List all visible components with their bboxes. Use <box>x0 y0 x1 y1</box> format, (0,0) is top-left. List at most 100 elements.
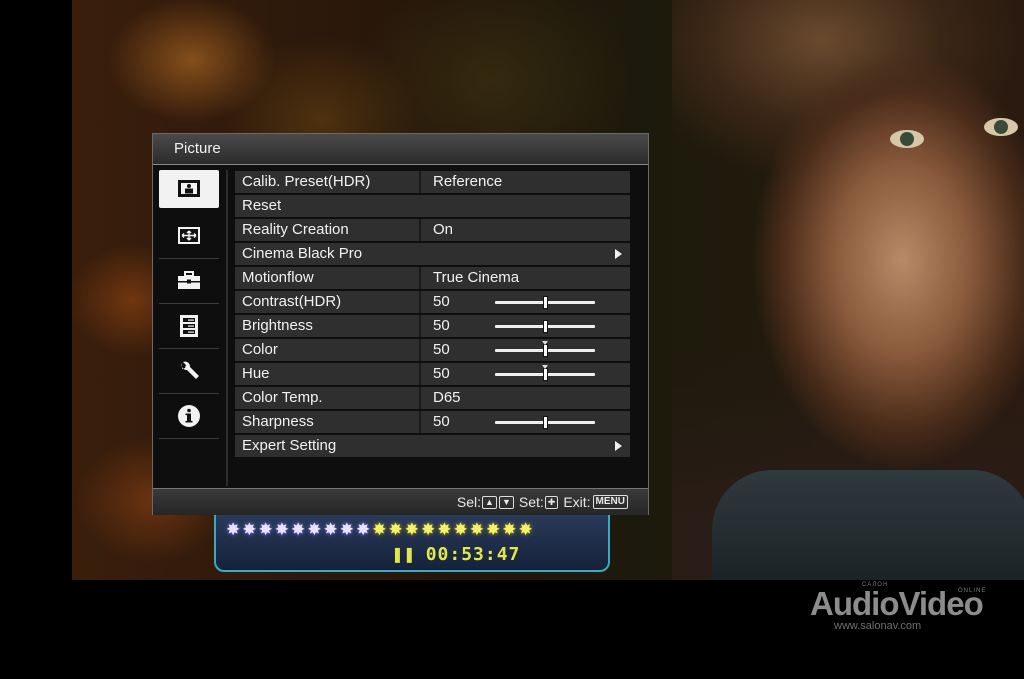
category-sidebar <box>159 170 221 439</box>
hud-star-icon: ✸ <box>421 520 438 539</box>
menu-row[interactable]: Calib. Preset(HDR) Reference <box>235 171 630 193</box>
row-divider <box>419 171 421 193</box>
hud-star-icon: ✸ <box>258 520 275 539</box>
screen-icon <box>178 227 200 244</box>
value-slider[interactable] <box>495 417 595 428</box>
settings-list: Calib. Preset(HDR) Reference Reset Reality … <box>235 171 630 459</box>
hud-star-icon: ✸ <box>518 520 535 539</box>
menu-row[interactable]: Sharpness 50 <box>235 411 630 433</box>
pause-icon: ❚❚ <box>392 544 416 565</box>
eye-left <box>890 130 924 148</box>
row-label: Contrast(HDR) <box>242 293 342 310</box>
slider-knob[interactable] <box>543 345 547 356</box>
hud-star-icon: ✸ <box>339 520 356 539</box>
row-value: 50 <box>433 413 450 430</box>
menu-row[interactable]: Motionflow True Cinema <box>235 267 630 289</box>
hud-timer: ❚❚ 00:53:47 <box>392 544 520 565</box>
watermark-small-right: ONLINE <box>958 588 987 594</box>
picture-icon <box>178 180 200 197</box>
hud-star-icon: ✸ <box>453 520 470 539</box>
hud-star-icon: ✸ <box>372 520 389 539</box>
row-label: Color Temp. <box>242 389 323 406</box>
sidebar-item-screen[interactable] <box>159 214 219 259</box>
row-divider <box>419 219 421 241</box>
eye-right <box>984 118 1018 136</box>
menu-row[interactable]: Color 50 <box>235 339 630 361</box>
menu-key-badge: MENU <box>592 495 628 509</box>
row-divider <box>419 315 421 337</box>
list-settings-icon <box>180 315 198 337</box>
row-label: Color <box>242 341 278 358</box>
slider-knob[interactable] <box>543 297 547 308</box>
hud-star-icon: ✸ <box>388 520 405 539</box>
set-hint-label: Set: <box>518 494 544 510</box>
row-value: On <box>433 221 454 238</box>
row-label: Reality Creation <box>242 221 349 238</box>
hud-star-icon: ✸ <box>437 520 454 539</box>
hud-star-icon: ✸ <box>486 520 503 539</box>
slider-knob[interactable] <box>543 369 547 380</box>
menu-row[interactable]: Contrast(HDR) 50 <box>235 291 630 313</box>
down-key-icon: ▼ <box>498 495 514 509</box>
hud-star-icon: ✸ <box>404 520 421 539</box>
menu-row[interactable]: Reset <box>235 195 630 217</box>
hud-star-icon: ✸ <box>502 520 519 539</box>
sidebar-item-installation[interactable] <box>159 349 219 394</box>
hud-star-icon: ✸ <box>307 520 324 539</box>
row-label: Calib. Preset(HDR) <box>242 173 371 190</box>
menu-title: Picture <box>153 134 648 164</box>
picture-menu: Picture Calib. Preset(HDR) Reference Reset… <box>152 133 649 515</box>
watermark-brand: AudioVideo <box>810 585 984 622</box>
timer-value: 00:53:47 <box>425 544 521 565</box>
row-label: Motionflow <box>242 269 314 286</box>
submenu-arrow-icon <box>615 249 622 259</box>
row-value: Reference <box>433 173 503 190</box>
row-value: 50 <box>433 293 450 310</box>
up-key-icon: ▲ <box>482 495 497 509</box>
row-label: Hue <box>242 365 270 382</box>
row-divider <box>419 339 421 361</box>
menu-row[interactable]: Expert Setting <box>235 435 630 457</box>
row-divider <box>419 267 421 289</box>
slider-knob[interactable] <box>543 321 547 332</box>
row-divider <box>419 387 421 409</box>
hud-star-icon: ✸ <box>469 520 486 539</box>
sidebar-item-picture[interactable] <box>159 170 219 208</box>
row-label: Sharpness <box>242 413 314 430</box>
exit-hint-label: Exit: <box>563 494 591 510</box>
value-slider[interactable] <box>495 365 595 380</box>
game-hud: ✸✸✸✸✸✸✸✸✸✸✸✸✸✸✸✸✸✸✸ ❚❚ 00:53:47 <box>214 512 610 572</box>
menu-row[interactable]: Reality Creation On <box>235 219 630 241</box>
audiovideo-watermark: САЛОН ONLINE AudioVideo www.salonav.com <box>810 582 987 632</box>
hud-star-icon: ✸ <box>226 520 243 539</box>
key-hints: Sel: ▲ ▼ Set: ✚ Exit: MENU <box>457 494 628 510</box>
sidebar-item-information[interactable] <box>159 394 219 439</box>
row-value: 50 <box>433 341 450 358</box>
menu-row[interactable]: Color Temp. D65 <box>235 387 630 409</box>
hud-stars: ✸✸✸✸✸✸✸✸✸✸✸✸✸✸✸✸✸✸✸ <box>226 520 535 540</box>
sidebar-divider <box>226 170 228 486</box>
row-label: Expert Setting <box>242 437 337 454</box>
row-label: Brightness <box>242 317 313 334</box>
value-slider[interactable] <box>495 341 595 356</box>
row-divider <box>419 411 421 433</box>
menu-row[interactable]: Brightness 50 <box>235 315 630 337</box>
actor-shirt <box>712 470 1024 580</box>
info-icon <box>178 405 200 427</box>
value-slider[interactable] <box>495 297 595 308</box>
hud-star-icon: ✸ <box>323 520 340 539</box>
slider-knob[interactable] <box>543 417 547 428</box>
menu-row[interactable]: Cinema Black Pro <box>235 243 630 265</box>
hud-star-icon: ✸ <box>242 520 259 539</box>
row-divider <box>419 363 421 385</box>
hud-star-icon: ✸ <box>356 520 373 539</box>
sidebar-item-setup[interactable] <box>159 259 219 304</box>
value-slider[interactable] <box>495 321 595 332</box>
watermark-small-left: САЛОН <box>862 582 889 588</box>
sidebar-item-function[interactable] <box>159 304 219 349</box>
wrench-icon <box>181 361 199 379</box>
menu-row[interactable]: Hue 50 <box>235 363 630 385</box>
slider-center-mark <box>542 341 548 345</box>
row-divider <box>419 291 421 313</box>
submenu-arrow-icon <box>615 441 622 451</box>
